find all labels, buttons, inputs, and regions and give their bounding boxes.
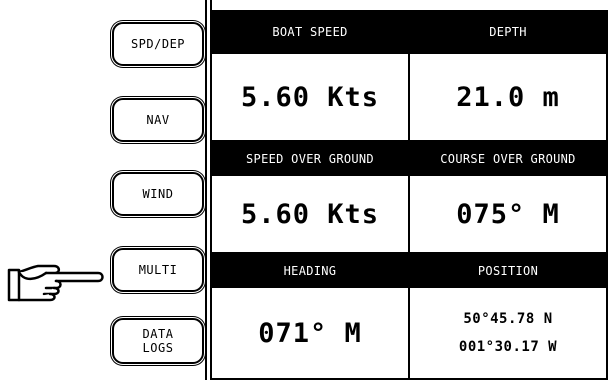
position-longitude: 001°30.17 W xyxy=(458,339,558,355)
menu-button-nav[interactable]: NAV xyxy=(112,98,204,142)
menu-button-data-logs[interactable]: DATA LOGS xyxy=(112,318,204,364)
menu-button-label: DATA LOGS xyxy=(142,327,174,355)
panel-title: DEPTH xyxy=(410,10,606,54)
panel-title: HEADING xyxy=(212,254,408,288)
panel-title: COURSE OVER GROUND xyxy=(410,142,606,176)
position-latitude: 50°45.78 N xyxy=(463,311,553,327)
menu-button-label: NAV xyxy=(146,113,170,127)
panel-value: 5.60 Kts xyxy=(240,198,380,230)
menu-button-wind[interactable]: WIND xyxy=(112,172,204,216)
panel-title: BOAT SPEED xyxy=(212,10,408,54)
menu-button-spd-dep[interactable]: SPD/DEP xyxy=(112,22,204,66)
position-values: 50°45.78 N 001°30.17 W xyxy=(410,288,606,378)
panel-value: 21.0 m xyxy=(456,81,560,113)
panel-value: 071° M xyxy=(258,317,362,349)
panel-depth: DEPTH 21.0 m xyxy=(410,10,608,142)
panel-title: POSITION xyxy=(410,254,606,288)
panel-speed-over-ground: SPEED OVER GROUND 5.60 Kts xyxy=(212,142,410,254)
pointing-hand-icon xyxy=(6,262,110,304)
panel-position: POSITION 50°45.78 N 001°30.17 W xyxy=(410,254,608,380)
panel-boat-speed: BOAT SPEED 5.60 Kts xyxy=(212,10,410,142)
menu-button-label: WIND xyxy=(142,187,174,201)
panel-heading: HEADING 071° M xyxy=(212,254,410,380)
panel-value: 075° M xyxy=(456,198,560,230)
panel-course-over-ground: COURSE OVER GROUND 075° M xyxy=(410,142,608,254)
panel-title: SPEED OVER GROUND xyxy=(212,142,408,176)
menu-button-multi[interactable]: MULTI xyxy=(112,248,204,292)
panel-value: 5.60 Kts xyxy=(240,81,380,113)
menu-button-label: MULTI xyxy=(138,263,178,277)
menu-button-label: SPD/DEP xyxy=(130,37,186,51)
